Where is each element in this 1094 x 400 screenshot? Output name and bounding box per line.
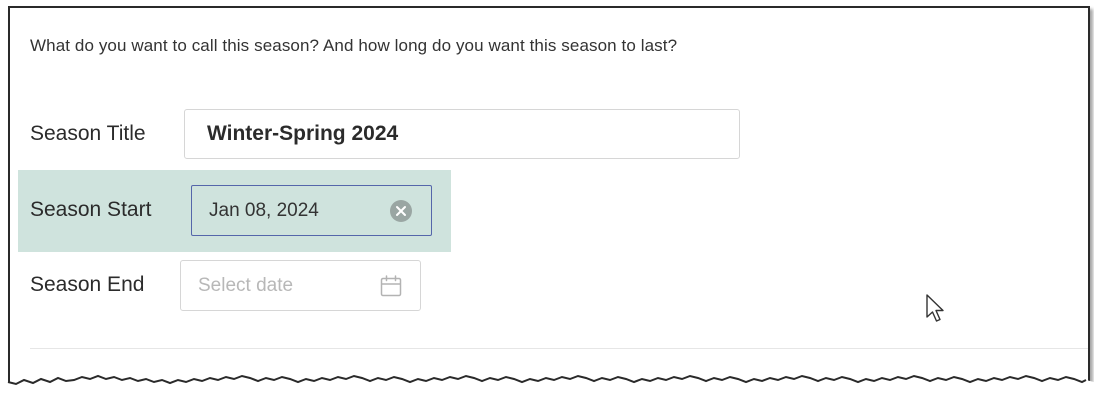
season-title-input[interactable]: Winter-Spring 2024: [184, 109, 740, 159]
mouse-cursor-icon: [925, 293, 947, 325]
clear-circle-icon[interactable]: [390, 200, 412, 222]
season-title-label: Season Title: [30, 122, 146, 145]
torn-edge: [0, 374, 1094, 400]
section-divider: [30, 348, 1088, 349]
season-end-label: Season End: [30, 273, 145, 296]
intro-text: What do you want to call this season? An…: [30, 36, 678, 55]
calendar-icon[interactable]: [379, 274, 403, 298]
season-start-value: Jan 08, 2024: [209, 200, 319, 221]
season-start-label: Season Start: [30, 198, 152, 221]
season-end-placeholder: Select date: [198, 275, 294, 296]
season-start-datepicker[interactable]: Jan 08, 2024: [191, 185, 432, 236]
season-settings-panel: What do you want to call this season? An…: [8, 6, 1090, 400]
season-end-datepicker[interactable]: Select date: [180, 260, 421, 311]
